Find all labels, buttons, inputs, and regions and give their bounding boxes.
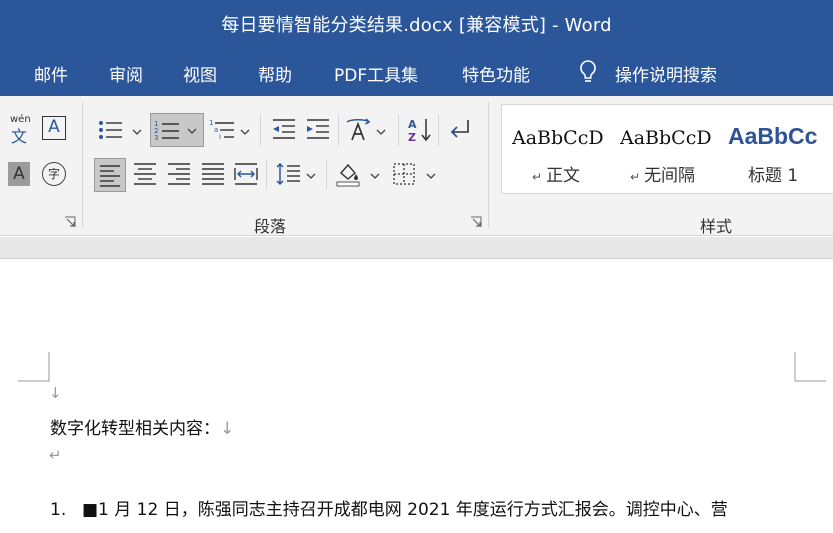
- title-bar: 每日要情智能分类结果.docx [兼容模式] - Word: [0, 0, 833, 48]
- enclose-characters-icon[interactable]: 字: [42, 162, 66, 186]
- paragraph-group-label: 段落: [254, 217, 287, 236]
- ribbon-separator: [338, 114, 339, 146]
- paragraph-mark: ↓: [220, 419, 235, 439]
- heading-text: 数字化转型相关内容：: [50, 419, 220, 439]
- align-center-icon[interactable]: [131, 160, 159, 188]
- styles-group-label: 样式: [700, 217, 733, 236]
- svg-text:1: 1: [209, 119, 213, 127]
- numbering-icon: 123: [154, 120, 179, 142]
- ribbon-separator: [438, 114, 439, 146]
- style-sample: AaBbCcDd: [620, 127, 712, 149]
- ribbon-separator: [398, 114, 399, 146]
- return-mark: ↵: [630, 170, 641, 184]
- multilevel-list-icon[interactable]: 1ai: [208, 116, 236, 144]
- shading-bucket-icon[interactable]: [334, 160, 362, 188]
- list-item-text: ■1 月 12 日，陈强同志主持召开成都电网 2021 年度运行方式汇报会。调控…: [82, 500, 728, 520]
- style-name: ↵ 正文: [532, 161, 580, 186]
- sort-icon[interactable]: AZ: [406, 116, 434, 144]
- character-border-icon[interactable]: A: [42, 116, 66, 140]
- decrease-indent-icon[interactable]: [270, 116, 298, 144]
- tab-special-features[interactable]: 特色功能: [462, 61, 530, 86]
- svg-text:A: A: [408, 118, 417, 131]
- increase-indent-icon[interactable]: [304, 116, 332, 144]
- character-shading-icon[interactable]: A: [8, 162, 30, 186]
- enclose-char: 字: [47, 167, 60, 181]
- chevron-down-icon[interactable]: [370, 172, 380, 180]
- numbering-button[interactable]: 123: [150, 113, 204, 147]
- ribbon-separator: [266, 160, 267, 190]
- paragraph-dialog-launcher-icon[interactable]: [470, 216, 482, 228]
- style-name-text: 标题 1: [748, 166, 799, 186]
- chevron-down-icon: [187, 128, 197, 134]
- paragraph-mark: ↓: [49, 384, 62, 402]
- tab-view[interactable]: 视图: [183, 61, 217, 86]
- style-no-spacing[interactable]: AaBbCcDd ↵无间隔: [610, 105, 718, 193]
- chevron-down-icon[interactable]: [132, 128, 142, 136]
- tell-me-search[interactable]: 操作说明搜索: [615, 61, 717, 86]
- list-number: 1.: [50, 500, 67, 520]
- shading-char: A: [13, 164, 25, 184]
- ribbon-separator: [82, 102, 83, 228]
- svg-text:a: a: [214, 126, 218, 134]
- style-sample: AaBbCcDd: [512, 127, 604, 149]
- phonetic-char: 文: [11, 127, 28, 146]
- menu-bar: 邮件 审阅 视图 帮助 PDF工具集 特色功能 操作说明搜索: [0, 48, 833, 96]
- style-heading-1[interactable]: AaBbCc 标题 1: [718, 105, 833, 193]
- chevron-down-icon[interactable]: [306, 172, 316, 180]
- svg-text:Z: Z: [408, 131, 416, 144]
- font-dialog-launcher-icon[interactable]: [64, 216, 76, 228]
- page-corner-mark: [18, 352, 50, 382]
- phonetic-guide-icon[interactable]: wén 文: [8, 114, 34, 146]
- align-right-icon[interactable]: [165, 160, 193, 188]
- align-left-button[interactable]: [94, 158, 126, 192]
- distributed-icon[interactable]: [232, 160, 260, 188]
- text-direction-icon[interactable]: [344, 116, 372, 144]
- chevron-down-icon[interactable]: [426, 172, 436, 180]
- ribbon-separator: [326, 160, 327, 190]
- doc-heading-line[interactable]: 数字化转型相关内容：↓: [50, 414, 234, 439]
- doc-list-item[interactable]: 1. ■1 月 12 日，陈强同志主持召开成都电网 2021 年度运行方式汇报会。…: [50, 495, 728, 520]
- return-mark: ↵: [49, 446, 62, 464]
- window-title: 每日要情智能分类结果.docx [兼容模式] - Word: [221, 15, 612, 36]
- borders-icon[interactable]: [390, 160, 418, 188]
- tab-pdf-tools[interactable]: PDF工具集: [334, 61, 418, 86]
- border-char: A: [48, 117, 60, 137]
- tab-review[interactable]: 审阅: [109, 61, 143, 86]
- style-normal[interactable]: AaBbCcDd ↵正文: [502, 105, 610, 193]
- style-name: ↵ 无间隔: [630, 161, 695, 186]
- align-left-icon: [100, 165, 120, 187]
- svg-text:3: 3: [154, 134, 158, 142]
- page-corner-mark: [794, 352, 826, 382]
- lightbulb-icon[interactable]: [577, 59, 599, 85]
- chevron-down-icon[interactable]: [240, 128, 250, 136]
- return-mark: ↵: [532, 170, 543, 184]
- show-formatting-marks-icon[interactable]: [446, 116, 474, 144]
- ribbon-separator: [488, 102, 489, 228]
- styles-gallery: AaBbCcDd ↵正文 AaBbCcDd ↵无间隔 AaBbCc 标题 1: [501, 104, 833, 194]
- chevron-down-icon[interactable]: [376, 128, 386, 136]
- svg-text:i: i: [219, 133, 221, 141]
- ribbon: wén 文 A A 字 123 1ai AZ 段落 AaBbCcD ↵ 正文 A…: [0, 96, 833, 236]
- tab-mailings[interactable]: 邮件: [34, 61, 68, 86]
- style-sample: AaBbCc: [728, 123, 818, 149]
- style-name-text: 正文: [546, 166, 581, 186]
- line-spacing-icon[interactable]: [274, 160, 302, 188]
- ruler-strip: [0, 237, 833, 259]
- bullets-icon[interactable]: [96, 116, 124, 144]
- justify-icon[interactable]: [199, 160, 227, 188]
- document-page[interactable]: ↓ 数字化转型相关内容：↓ ↵ 1. ■1 月 12 日，陈强同志主持召开成都电网…: [0, 260, 833, 533]
- tab-help[interactable]: 帮助: [258, 61, 292, 86]
- ribbon-separator: [260, 114, 261, 146]
- style-name-text: 无间隔: [644, 166, 696, 186]
